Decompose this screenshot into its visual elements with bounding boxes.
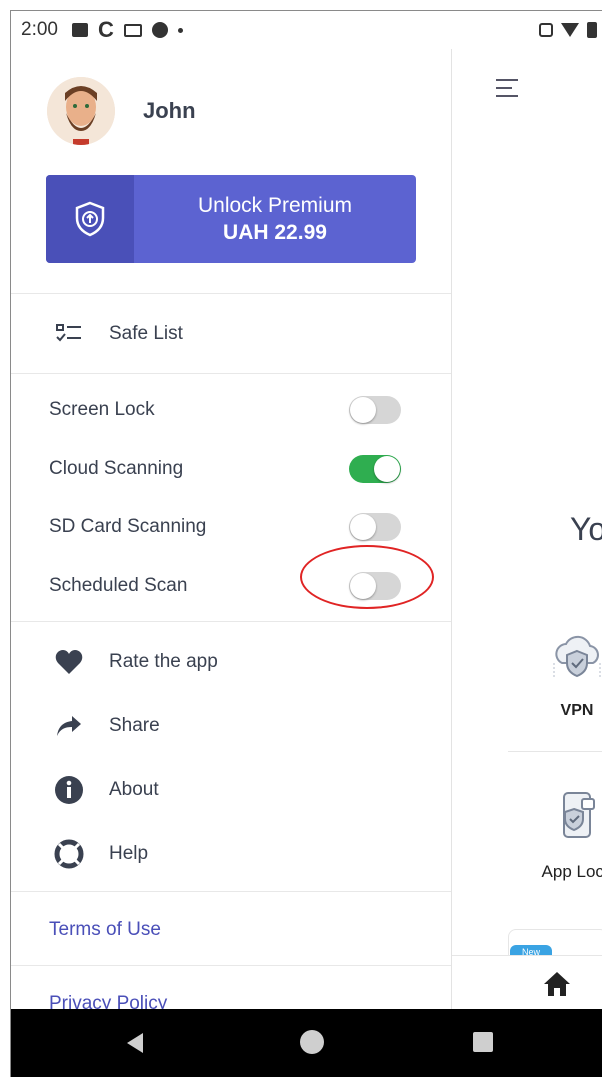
profile-header[interactable]: John	[47, 77, 196, 145]
unlock-premium-button[interactable]: Unlock Premium UAH 22.99	[46, 175, 416, 263]
phone-lock-icon	[563, 792, 595, 838]
home-icon[interactable]	[542, 970, 572, 998]
menu-item-help[interactable]: Help	[11, 829, 451, 879]
divider	[11, 373, 451, 374]
feature-app-lock-label: App Lock	[541, 862, 602, 881]
greeting-text: You	[570, 511, 602, 547]
menu-item-label: Safe List	[109, 323, 183, 344]
setting-screen-lock: Screen Lock	[11, 385, 451, 435]
setting-label: Screen Lock	[49, 399, 155, 420]
bottom-nav	[452, 955, 602, 1009]
status-bar: 2:00 C	[11, 11, 602, 49]
feature-vpn-label: VPN	[560, 702, 594, 719]
checklist-icon	[49, 323, 89, 345]
setting-cloud-scanning: Cloud Scanning	[11, 444, 451, 494]
heart-icon	[49, 649, 89, 675]
c-app-icon: C	[97, 17, 114, 42]
profile-name: John	[143, 98, 196, 123]
feature-app-lock[interactable]: App Lock	[522, 789, 602, 882]
divider	[11, 293, 451, 294]
terms-of-use-link[interactable]: Terms of Use	[49, 919, 161, 941]
dot-icon	[177, 27, 183, 33]
wifi-icon	[561, 23, 579, 37]
divider	[11, 891, 451, 892]
vibrate-icon	[539, 23, 553, 37]
setting-label: Scheduled Scan	[49, 575, 188, 596]
premium-price: UAH 22.99	[223, 221, 327, 244]
sd-card-scanning-toggle[interactable]	[349, 513, 401, 541]
cloud-scanning-toggle[interactable]	[349, 455, 401, 483]
menu-item-about[interactable]: About	[11, 765, 451, 815]
divider	[508, 751, 602, 752]
menu-item-safe-list[interactable]: Safe List	[11, 309, 451, 359]
main-screen: You VPN App Lock New	[451, 49, 602, 1009]
screen-lock-toggle[interactable]	[349, 396, 401, 424]
divider	[11, 965, 451, 966]
shield-upgrade-icon	[75, 201, 105, 237]
lifebuoy-icon	[49, 839, 89, 869]
premium-title: Unlock Premium	[197, 194, 353, 217]
navigation-drawer: John Unlock Premium UAH 22.99 Safe List …	[11, 49, 451, 1014]
setting-label: SD Card Scanning	[49, 516, 207, 537]
circle-alert-icon	[151, 22, 168, 38]
battery-icon	[587, 22, 597, 38]
menu-item-label: Help	[109, 843, 149, 864]
photo-icon	[71, 23, 88, 37]
divider	[11, 621, 451, 622]
device-screen: 2:00 C You VPN	[10, 10, 602, 1077]
menu-item-share[interactable]: Share	[11, 701, 451, 751]
back-icon[interactable]	[127, 1033, 143, 1053]
highlight-annotation	[300, 545, 434, 609]
menu-item-label: Rate the app	[109, 651, 218, 672]
status-time: 2:00	[21, 19, 58, 40]
menu-item-label: Share	[109, 715, 160, 736]
share-arrow-icon	[49, 715, 89, 737]
feature-vpn[interactable]: VPN	[522, 629, 602, 720]
cloud-shield-icon	[553, 635, 601, 678]
hamburger-menu-icon[interactable]	[496, 79, 518, 97]
home-circle-icon[interactable]	[300, 1030, 324, 1054]
setting-label: Cloud Scanning	[49, 458, 184, 479]
avatar	[47, 77, 115, 145]
system-nav-bar	[11, 1009, 602, 1077]
setting-sd-card-scanning: SD Card Scanning	[11, 502, 451, 552]
recents-icon[interactable]	[473, 1032, 493, 1052]
menu-item-rate-app[interactable]: Rate the app	[11, 637, 451, 687]
menu-item-label: About	[109, 779, 159, 800]
mail-icon	[123, 23, 142, 37]
info-icon	[49, 775, 89, 805]
